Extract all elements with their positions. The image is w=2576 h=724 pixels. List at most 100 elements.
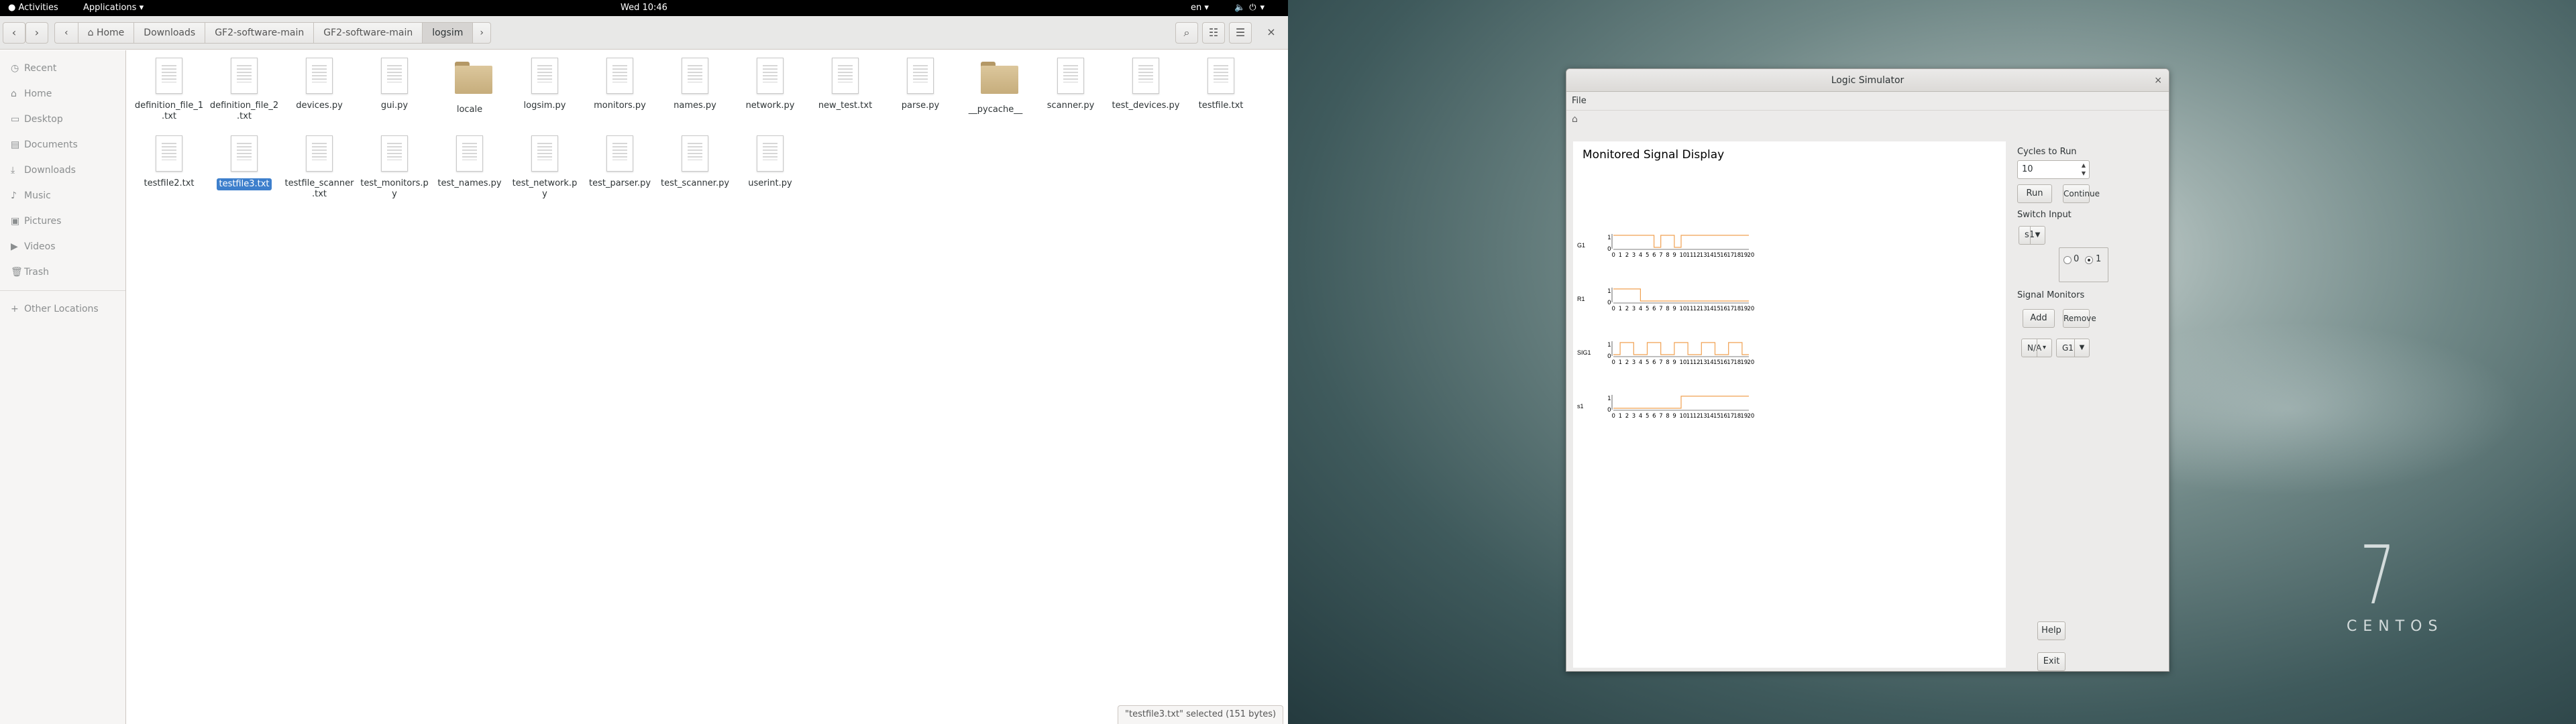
exit-button[interactable]: Exit [2037, 652, 2065, 671]
sidebar-item-desktop[interactable]: ▭ Desktop [0, 107, 125, 132]
file-item[interactable]: test_parser.py [582, 135, 657, 213]
file-item[interactable]: __pycache__ [958, 58, 1033, 135]
x-tick-label: 3 [1632, 252, 1635, 259]
file-item[interactable]: new_test.txt [808, 58, 883, 135]
text-file-icon [531, 58, 558, 94]
file-thumbnail [305, 135, 334, 176]
cycles-label: Cycles to Run [2017, 147, 2077, 157]
text-file-icon [682, 58, 708, 94]
x-tick-label: 20 [1748, 413, 1755, 420]
close-button[interactable]: × [1260, 22, 1283, 44]
trace-line-r1 [1613, 288, 1749, 302]
breadcrumb-home[interactable]: ⌂ Home [77, 22, 135, 44]
breadcrumb: ‹ ⌂ Home Downloads GF2-software-main GF2… [54, 22, 491, 44]
file-thumbnail [305, 58, 334, 98]
file-item[interactable]: test_scanner.py [657, 135, 733, 213]
sidebar-item-trash[interactable]: 🗑 Trash [0, 259, 125, 285]
file-item[interactable]: testfile.txt [1183, 58, 1258, 135]
file-item[interactable]: devices.py [282, 58, 357, 135]
x-tick-label: 0 [1612, 413, 1615, 420]
file-item[interactable]: gui.py [357, 58, 432, 135]
file-item[interactable]: test_monitors.py [357, 135, 432, 213]
file-item[interactable]: testfile3.txt [207, 135, 282, 213]
file-thumbnail [530, 58, 559, 98]
forward-button[interactable]: › [25, 22, 48, 44]
breadcrumb-logsim[interactable]: logsim [422, 22, 474, 44]
sidebar-item-recent[interactable]: ◷ Recent [0, 56, 125, 81]
file-item[interactable]: testfile2.txt [131, 135, 207, 213]
file-item[interactable]: testfile_scanner.txt [282, 135, 357, 213]
file-item[interactable]: parse.py [883, 58, 958, 135]
file-thumbnail [981, 62, 1018, 102]
file-item[interactable]: definition_file_1.txt [131, 58, 207, 135]
breadcrumb-left-arrow[interactable]: ‹ [54, 22, 78, 44]
file-item[interactable]: network.py [733, 58, 808, 135]
y-tick-label: 1 [1607, 396, 1611, 402]
file-thumbnail [154, 135, 184, 176]
document-icon: ▤ [11, 139, 20, 150]
sidebar-item-label: Music [24, 190, 51, 201]
file-item[interactable]: scanner.py [1033, 58, 1108, 135]
search-button[interactable]: ⌕ [1175, 22, 1198, 44]
text-file-icon [606, 135, 633, 172]
file-item[interactable]: test_names.py [432, 135, 507, 213]
help-button[interactable]: Help [2037, 621, 2065, 640]
file-name: names.py [674, 101, 716, 111]
forward-arrow-icon: › [34, 26, 40, 39]
sidebar-item-home[interactable]: ⌂ Home [0, 81, 125, 107]
clock[interactable]: Wed 10:46 [0, 0, 1288, 16]
breadcrumb-gf2-software-main-2[interactable]: GF2-software-main [313, 22, 423, 44]
file-item[interactable]: definition_file_2.txt [207, 58, 282, 135]
file-item[interactable]: names.py [657, 58, 733, 135]
breadcrumb-downloads[interactable]: Downloads [133, 22, 206, 44]
menu-file[interactable]: File [1572, 96, 1587, 106]
x-tick-label: 4 [1639, 413, 1642, 420]
file-item[interactable]: test_devices.py [1108, 58, 1183, 135]
menu-button[interactable]: ☰ [1229, 22, 1252, 44]
sidebar-item-pictures[interactable]: ▣ Pictures [0, 208, 125, 234]
radio-1[interactable] [2085, 256, 2093, 264]
file-thumbnail [1056, 58, 1085, 98]
remove-monitor-button[interactable]: Remove [2063, 309, 2096, 328]
radio-0[interactable] [2063, 256, 2072, 264]
file-item[interactable]: monitors.py [582, 58, 657, 135]
sidebar-item-downloads[interactable]: ⤓ Downloads [0, 158, 125, 183]
continue-button[interactable]: Continue [2063, 184, 2100, 203]
breadcrumb-gf2-software-main-1[interactable]: GF2-software-main [205, 22, 315, 44]
monitor-select-left[interactable]: N/A ▾ [2021, 339, 2052, 357]
language-indicator[interactable]: en ▾ [1191, 0, 1209, 16]
x-tick-label: 8 [1666, 252, 1669, 259]
volume-icon: 🔈 [1234, 3, 1250, 13]
close-icon[interactable]: × [2154, 69, 2162, 92]
back-button[interactable]: ‹ [3, 22, 25, 44]
file-name: scanner.py [1046, 101, 1095, 111]
home-icon[interactable]: ⌂ [1572, 114, 1578, 125]
file-item[interactable]: locale [432, 58, 507, 135]
file-row: testfile2.txt testfile3.txt testfile_scann… [131, 135, 1279, 213]
file-item[interactable]: logsim.py [507, 58, 582, 135]
cycles-spin-input[interactable]: 10 ▲ ▼ [2017, 160, 2090, 179]
places-sidebar: ◷ Recent ⌂ Home ▭ Desktop ▤ Documents ⤓ Downloads… [0, 50, 126, 724]
file-item[interactable]: test_network.py [507, 135, 582, 213]
window-titlebar[interactable]: Logic Simulator × [1566, 69, 2169, 92]
file-thumbnail [1206, 58, 1236, 98]
system-menu[interactable]: 🔈⏻▾ [1234, 0, 1269, 16]
switch-select[interactable]: s1 ▼ [2019, 226, 2045, 245]
trace-line-s1 [1613, 396, 1749, 409]
add-monitor-button[interactable]: Add [2023, 309, 2055, 328]
sidebar-item-music[interactable]: ♪ Music [0, 183, 125, 208]
file-thumbnail [455, 62, 492, 102]
run-button[interactable]: Run [2017, 184, 2052, 203]
sidebar-item-documents[interactable]: ▤ Documents [0, 132, 125, 158]
file-thumbnail [830, 58, 860, 98]
spin-arrows-icon[interactable]: ▲ ▼ [2080, 162, 2088, 178]
view-options-button[interactable]: ☷ [1202, 22, 1225, 44]
x-tick-label: 2 [1625, 359, 1629, 366]
file-thumbnail [755, 58, 785, 98]
sidebar-item-videos[interactable]: ▶ Videos [0, 234, 125, 259]
breadcrumb-right-arrow[interactable]: › [472, 22, 491, 44]
file-item[interactable]: userint.py [733, 135, 808, 213]
monitor-select-right[interactable]: G1 ▼ [2056, 339, 2090, 357]
x-tick-label: 2 [1625, 252, 1629, 259]
sidebar-item-other-locations[interactable]: + Other Locations [0, 296, 125, 322]
